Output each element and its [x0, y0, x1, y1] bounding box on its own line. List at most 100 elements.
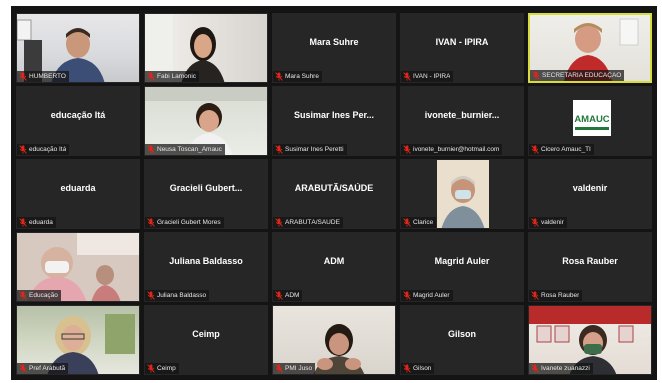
participant-label: Educação: [17, 290, 61, 301]
participant-display-name: ARABUTÃ/SAÚDE: [294, 183, 374, 193]
participant-name: Juliana Baldasso: [157, 292, 207, 299]
participant-tile-susimar[interactable]: Susimar Ines Per... Susimar Ines Peretti: [272, 86, 396, 156]
mic-muted-icon: [531, 291, 539, 300]
participant-tile-ivonete[interactable]: ivonete_burnier... ivonete_burnier@hotma…: [400, 86, 524, 156]
participant-tile-rosa[interactable]: Rosa Rauber Rosa Rauber: [528, 232, 652, 302]
participant-label: Clarice: [401, 217, 437, 228]
participant-tile-pmi-juso[interactable]: PMI Juso: [272, 305, 396, 375]
participant-label: Neusa Toscan_Amauc: [145, 144, 225, 155]
participant-tile-clarice[interactable]: Clarice: [400, 159, 524, 229]
participant-name: Clarice: [413, 219, 434, 226]
participant-label: Ceimp: [145, 363, 179, 374]
participant-name: Gilson: [413, 365, 432, 372]
participant-name: Ivanete zuanazzi: [541, 365, 590, 372]
participant-label: Fabi Lamonic: [145, 71, 200, 82]
participant-name: Cicero Amauc_TI: [541, 146, 591, 153]
mic-muted-icon: [147, 364, 155, 373]
participant-grid: HUMBERTO Fabi Lamonic Mara Suhre Mara Su…: [16, 13, 652, 375]
mic-muted-icon: [403, 72, 411, 81]
participant-name: Pref Arabutã: [29, 365, 66, 372]
participant-name: Fabi Lamonic: [157, 73, 197, 80]
mic-muted-icon: [403, 145, 411, 154]
participant-label: Gracieli Gubert Mores: [145, 217, 224, 228]
participant-label: Pref Arabutã: [17, 363, 69, 374]
participant-tile-pref-arabuta[interactable]: Pref Arabutã: [16, 305, 140, 375]
amauc-logo: AMAUC: [573, 100, 611, 136]
mic-muted-icon: [19, 218, 27, 227]
participant-tile-adm[interactable]: ADM ADM: [272, 232, 396, 302]
participant-tile-valdenir[interactable]: valdenir valdenir: [528, 159, 652, 229]
participant-display-name: valdenir: [572, 183, 608, 193]
mic-muted-icon: [19, 145, 27, 154]
participant-tile-ceimp[interactable]: Ceimp Ceimp: [144, 305, 268, 375]
mic-muted-icon: [531, 218, 539, 227]
participant-tile-educacao-ita[interactable]: educação Itá educação Itá: [16, 86, 140, 156]
mic-muted-icon: [19, 291, 27, 300]
mic-muted-icon: [532, 71, 540, 80]
mic-muted-icon: [275, 291, 283, 300]
participant-tile-ivan[interactable]: IVAN - IPIRA IVAN - IPIRA: [400, 13, 524, 83]
mic-muted-icon: [403, 291, 411, 300]
participant-display-name: ivonete_burnier...: [424, 110, 500, 120]
participant-tile-educacao[interactable]: Educação: [16, 232, 140, 302]
participant-label: IVAN - IPIRA: [401, 71, 454, 82]
mic-muted-icon: [147, 72, 155, 81]
participant-name: ARABUTÃ/SAÚDE: [285, 219, 340, 226]
participant-label: Cicero Amauc_TI: [529, 144, 594, 155]
participant-tile-arabuta-saude[interactable]: ARABUTÃ/SAÚDE ARABUTÃ/SAÚDE: [272, 159, 396, 229]
participant-display-name: educação Itá: [50, 110, 106, 120]
participant-tile-gilson[interactable]: Gilson Gilson: [400, 305, 524, 375]
participant-name: eduarda: [29, 219, 53, 226]
participant-label: valdenir: [529, 217, 567, 228]
mic-muted-icon: [531, 364, 539, 373]
participant-tile-magrid[interactable]: Magrid Auler Magrid Auler: [400, 232, 524, 302]
participant-label: Susimar Ines Peretti: [273, 144, 347, 155]
participant-display-name: Rosa Rauber: [562, 256, 618, 266]
participant-name: valdenir: [541, 219, 564, 226]
gallery-view: HUMBERTO Fabi Lamonic Mara Suhre Mara Su…: [11, 6, 657, 380]
amauc-logo-text: AMAUC: [574, 114, 609, 125]
participant-name: Rosa Rauber: [541, 292, 580, 299]
mic-muted-icon: [275, 364, 283, 373]
participant-tile-secretaria-educacao[interactable]: SECRETARIA EDUCAÇÃO: [528, 13, 652, 83]
participant-tile-humberto[interactable]: HUMBERTO: [16, 13, 140, 83]
participant-label: eduarda: [17, 217, 56, 228]
mic-muted-icon: [275, 72, 283, 81]
participant-tile-fabi[interactable]: Fabi Lamonic: [144, 13, 268, 83]
participant-display-name: Ceimp: [192, 329, 220, 339]
mic-muted-icon: [403, 218, 411, 227]
participant-name: Magrid Auler: [413, 292, 450, 299]
mic-muted-icon: [19, 364, 27, 373]
participant-name: Educação: [29, 292, 58, 299]
mic-muted-icon: [403, 364, 411, 373]
participant-name: Susimar Ines Peretti: [285, 146, 344, 153]
participant-display-name: Magrid Auler: [434, 256, 490, 266]
participant-label: SECRETARIA EDUCAÇÃO: [530, 70, 625, 81]
participant-name: Gracieli Gubert Mores: [157, 219, 221, 226]
participant-display-name: Gracieli Gubert...: [169, 183, 243, 193]
participant-label: ADM: [273, 290, 303, 301]
participant-tile-juliana[interactable]: Juliana Baldasso Juliana Baldasso: [144, 232, 268, 302]
participant-label: Gilson: [401, 363, 435, 374]
participant-display-name: IVAN - IPIRA: [435, 37, 489, 47]
participant-name: HUMBERTO: [29, 73, 66, 80]
participant-name: ADM: [285, 292, 300, 299]
participant-display-name: Mara Suhre: [309, 37, 359, 47]
mic-muted-icon: [19, 72, 27, 81]
participant-tile-ivanete[interactable]: Ivanete zuanazzi: [528, 305, 652, 375]
participant-name: PMI Juso: [285, 365, 313, 372]
participant-label: HUMBERTO: [17, 71, 69, 82]
mic-muted-icon: [275, 218, 283, 227]
participant-tile-neusa[interactable]: Neusa Toscan_Amauc: [144, 86, 268, 156]
participant-tile-cicero[interactable]: AMAUC Cicero Amauc_TI: [528, 86, 652, 156]
participant-tile-gracieli[interactable]: Gracieli Gubert... Gracieli Gubert Mores: [144, 159, 268, 229]
participant-display-name: Gilson: [447, 329, 476, 339]
participant-display-name: Susimar Ines Per...: [293, 110, 375, 120]
participant-display-name: eduarda: [60, 183, 96, 193]
participant-display-name: ADM: [323, 256, 345, 266]
participant-name: SECRETARIA EDUCAÇÃO: [542, 72, 622, 79]
mic-muted-icon: [147, 291, 155, 300]
mic-muted-icon: [147, 145, 155, 154]
participant-tile-eduarda[interactable]: eduarda eduarda: [16, 159, 140, 229]
participant-tile-mara[interactable]: Mara Suhre Mara Suhre: [272, 13, 396, 83]
